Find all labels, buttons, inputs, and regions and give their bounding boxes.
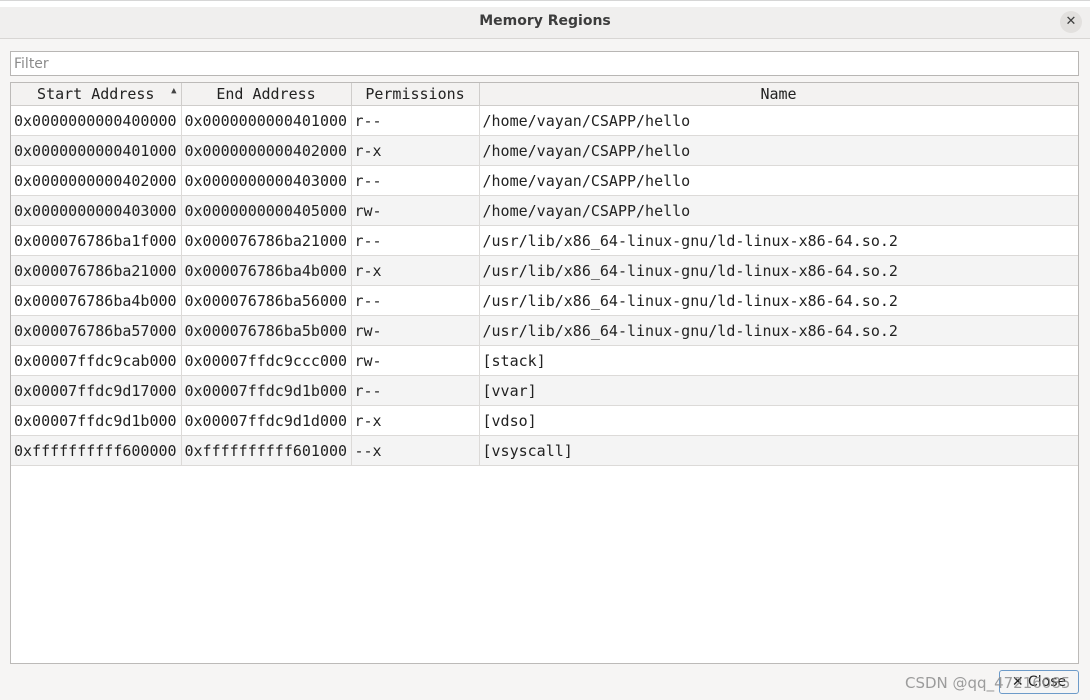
end-address-cell: 0x000076786ba5b000	[181, 315, 352, 346]
table-row[interactable]: 0x0000000000402000 0x0000000000403000 r-- /…	[11, 165, 1078, 196]
end-address-cell: 0x00007ffdc9d1d000	[181, 405, 352, 436]
start-address-cell: 0x000076786ba1f000	[11, 225, 182, 256]
end-address-cell: 0x000076786ba21000	[181, 225, 352, 256]
name-cell: /usr/lib/x86_64-linux-gnu/ld-linux-x86-6…	[479, 255, 1078, 286]
permissions-cell: r--	[351, 285, 480, 316]
permissions-cell: --x	[351, 435, 480, 466]
name-cell: /usr/lib/x86_64-linux-gnu/ld-linux-x86-6…	[479, 225, 1078, 256]
memory-regions-table: Start Address ▲ End Address Permissions …	[10, 82, 1079, 664]
table-row[interactable]: 0x000076786ba21000 0x000076786ba4b000 r-x /…	[11, 255, 1078, 286]
start-address-cell: 0x00007ffdc9d1b000	[11, 405, 182, 436]
end-address-cell: 0x0000000000403000	[181, 165, 352, 196]
filter-input[interactable]	[10, 51, 1079, 76]
column-header-name[interactable]: Name	[479, 83, 1078, 106]
sort-ascending-icon: ▲	[171, 86, 177, 96]
start-address-cell: 0x0000000000401000	[11, 135, 182, 166]
permissions-cell: r--	[351, 165, 480, 196]
end-address-cell: 0x0000000000401000	[181, 105, 352, 136]
start-address-cell: 0x0000000000400000	[11, 105, 182, 136]
table-row[interactable]: 0x00007ffdc9d17000 0x00007ffdc9d1b000 r--[…	[11, 375, 1078, 406]
close-icon: ✕	[1011, 674, 1024, 690]
start-address-cell: 0xffffffffff600000	[11, 435, 182, 466]
column-header-permissions[interactable]: Permissions	[351, 83, 480, 106]
end-address-cell: 0x0000000000405000	[181, 195, 352, 226]
name-cell: /home/vayan/CSAPP/hello	[479, 105, 1078, 136]
table-row[interactable]: 0x00007ffdc9cab000 0x00007ffdc9ccc000 rw-[…	[11, 345, 1078, 376]
name-cell: /usr/lib/x86_64-linux-gnu/ld-linux-x86-6…	[479, 285, 1078, 316]
table-row[interactable]: 0x000076786ba4b000 0x000076786ba56000 r-- /…	[11, 285, 1078, 316]
name-cell: /usr/lib/x86_64-linux-gnu/ld-linux-x86-6…	[479, 315, 1078, 346]
table-row[interactable]: 0x0000000000403000 0x0000000000405000 rw- /…	[11, 195, 1078, 226]
start-address-cell: 0x00007ffdc9cab000	[11, 345, 182, 376]
name-cell: [vsyscall]	[479, 435, 1078, 466]
permissions-cell: r-x	[351, 135, 480, 166]
dialog-title: Memory Regions	[479, 13, 611, 29]
permissions-cell: r--	[351, 105, 480, 136]
table-row[interactable]: 0x000076786ba1f000 0x000076786ba21000 r-- /…	[11, 225, 1078, 256]
start-address-cell: 0x000076786ba57000	[11, 315, 182, 346]
permissions-cell: r-x	[351, 405, 480, 436]
close-button[interactable]: ✕ Close	[999, 670, 1079, 694]
end-address-cell: 0x000076786ba4b000	[181, 255, 352, 286]
end-address-cell: 0xffffffffff601000	[181, 435, 352, 466]
start-address-cell: 0x0000000000403000	[11, 195, 182, 226]
permissions-cell: r--	[351, 375, 480, 406]
end-address-cell: 0x00007ffdc9ccc000	[181, 345, 352, 376]
column-header-end-address[interactable]: End Address	[181, 83, 352, 106]
table-row[interactable]: 0xffffffffff600000 0xffffffffff601000 --x[…	[11, 435, 1078, 466]
column-header-label: Start Address	[37, 85, 155, 103]
table-row[interactable]: 0x0000000000401000 0x0000000000402000 r-x /…	[11, 135, 1078, 166]
name-cell: [stack]	[479, 345, 1078, 376]
end-address-cell: 0x0000000000402000	[181, 135, 352, 166]
end-address-cell: 0x00007ffdc9d1b000	[181, 375, 352, 406]
close-icon[interactable]: ✕	[1060, 11, 1082, 33]
title-bar: Memory Regions ✕	[0, 7, 1090, 39]
name-cell: /home/vayan/CSAPP/hello	[479, 165, 1078, 196]
permissions-cell: r-x	[351, 255, 480, 286]
table-row[interactable]: 0x000076786ba57000 0x000076786ba5b000 rw- /…	[11, 315, 1078, 346]
name-cell: [vvar]	[479, 375, 1078, 406]
memory-regions-dialog: Memory Regions ✕ Start Address ▲ End Add…	[0, 0, 1090, 700]
start-address-cell: 0x000076786ba4b000	[11, 285, 182, 316]
permissions-cell: r--	[351, 225, 480, 256]
name-cell: /home/vayan/CSAPP/hello	[479, 195, 1078, 226]
table-row[interactable]: 0x00007ffdc9d1b000 0x00007ffdc9d1d000 r-x[…	[11, 405, 1078, 436]
name-cell: [vdso]	[479, 405, 1078, 436]
permissions-cell: rw-	[351, 195, 480, 226]
start-address-cell: 0x000076786ba21000	[11, 255, 182, 286]
end-address-cell: 0x000076786ba56000	[181, 285, 352, 316]
start-address-cell: 0x00007ffdc9d17000	[11, 375, 182, 406]
table-row[interactable]: 0x0000000000400000 0x0000000000401000 r-- /…	[11, 105, 1078, 136]
column-header-start-address[interactable]: Start Address ▲	[11, 83, 182, 106]
close-button-label: Close	[1028, 674, 1067, 690]
name-cell: /home/vayan/CSAPP/hello	[479, 135, 1078, 166]
table-header-row: Start Address ▲ End Address Permissions …	[11, 83, 1078, 106]
permissions-cell: rw-	[351, 315, 480, 346]
start-address-cell: 0x0000000000402000	[11, 165, 182, 196]
permissions-cell: rw-	[351, 345, 480, 376]
